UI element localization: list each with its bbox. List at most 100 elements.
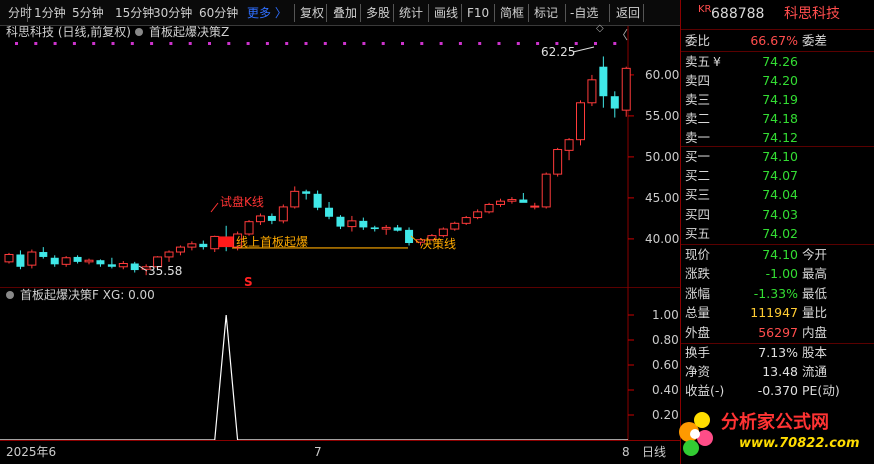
sell-label: 卖三	[685, 92, 711, 107]
toolbar-item-14[interactable]: 标记	[534, 0, 558, 26]
fund-row-1: 净资 13.48 流通	[681, 362, 874, 382]
stock-name: 科思科技	[784, 6, 840, 22]
guide-dot	[613, 42, 617, 45]
sell-level-1: 卖一 74.12	[681, 128, 874, 148]
candle-body	[461, 217, 471, 224]
candle-body	[553, 149, 563, 175]
guide-dot	[169, 42, 173, 45]
guide-dot	[265, 42, 269, 45]
sell-price: 74.19	[762, 92, 798, 107]
fund-label: 换手	[685, 345, 711, 360]
buy-price: 74.10	[762, 149, 798, 164]
toolbar-item-16[interactable]: 返回	[616, 0, 640, 26]
toolbar-item-7[interactable]: 复权	[300, 0, 324, 26]
candle-body	[84, 259, 94, 263]
candle-body	[73, 256, 82, 262]
candle-body	[325, 207, 334, 217]
fund-value: 7.13%	[758, 345, 798, 360]
candle-body	[473, 211, 483, 219]
main-chart[interactable]: 60.00 55.00 50.00 45.00 40.00 科思科技 (日线,前复权) 首板…	[0, 26, 680, 288]
date-label: 8	[622, 445, 630, 459]
guide-dot	[246, 42, 250, 45]
guide-dot	[92, 42, 96, 45]
guide-dot	[72, 42, 76, 45]
guide-dot	[362, 42, 366, 45]
candle-body	[450, 222, 460, 230]
toolbar-item-8[interactable]: 叠加	[333, 0, 357, 26]
candle-body	[199, 243, 208, 248]
candle-body	[210, 235, 220, 250]
buy-label: 买四	[685, 206, 711, 222]
fund-label2: 股本	[802, 345, 828, 360]
high-arrow	[572, 46, 595, 53]
stat-label2: 内盘	[802, 324, 828, 340]
sub-tick-label: 0.60	[652, 358, 679, 372]
sub-chart[interactable]: 1.00 0.80 0.60 0.40 0.20 首板起爆决策F XG: 0.00	[0, 288, 680, 440]
toolbar: 分时 1分钟 5分钟 15分钟 30分钟 60分钟 更多 〉复权 叠加 多股 统计 画线 F10 简框标…	[0, 0, 680, 26]
candle-body	[244, 221, 254, 235]
candle-body	[187, 243, 197, 248]
candle-body	[438, 228, 448, 237]
toolbar-item-9[interactable]: 多股	[366, 0, 390, 26]
collapse-arrow-icon[interactable]: 〈	[616, 28, 628, 42]
toolbar-item-0[interactable]: 分时	[8, 0, 32, 26]
toolbar-item-12[interactable]: F10	[467, 0, 489, 26]
date-axis-svg: 2025年6 7 8 日线	[6, 445, 666, 459]
candle-body	[130, 263, 139, 271]
y-tick-label: 50.00	[645, 150, 679, 164]
candle-body	[118, 263, 128, 268]
stat-value: -1.33%	[753, 285, 798, 301]
yen-icon: ¥	[713, 54, 721, 69]
buy-level-5: 买五 74.02	[681, 224, 874, 244]
candle-body	[61, 257, 71, 265]
sell-label: 卖二	[685, 111, 711, 126]
stock-title: 科思科技 (日线,前复权)	[6, 26, 131, 39]
buy-price: 74.07	[762, 168, 798, 184]
fund-label2: 流通	[802, 364, 828, 380]
candle-body	[290, 190, 300, 208]
buy-label: 买三	[685, 187, 711, 203]
candle-body	[507, 199, 517, 202]
candle-body	[175, 246, 185, 253]
toolbar-item-2[interactable]: 5分钟	[72, 0, 104, 26]
date-axis: 2025年6 7 8 日线	[0, 440, 680, 464]
stat-label2: 最高	[802, 266, 828, 282]
toolbar-item-1[interactable]: 1分钟	[34, 0, 66, 26]
sub-tick-label: 0.40	[652, 383, 679, 397]
candle-body	[519, 199, 528, 203]
stat-value: -1.00	[765, 266, 798, 282]
candle-body	[50, 257, 59, 265]
sell-label: 卖四	[685, 73, 711, 88]
stat-value: 111947	[750, 305, 798, 321]
stat-label2: 量比	[802, 305, 828, 321]
toolbar-item-5[interactable]: 60分钟	[199, 0, 238, 26]
high-label: 62.25	[541, 45, 575, 59]
fund-label: 净资	[685, 364, 711, 380]
guide-dot	[304, 42, 308, 45]
toolbar-item-11[interactable]: 画线	[434, 0, 458, 26]
toolbar-item-13[interactable]: 简框	[500, 0, 524, 26]
date-label: 7	[314, 445, 322, 459]
guide-dot	[130, 42, 134, 45]
diamond-icon[interactable]: ◇	[596, 22, 604, 36]
toolbar-item-15[interactable]: -自选	[570, 0, 598, 26]
board-annotation: 线上首板起爆	[236, 235, 308, 249]
watermark-logo: 分析家公式网 www.70822.com	[669, 402, 874, 464]
candle-body	[16, 254, 25, 267]
candle-body	[302, 191, 311, 194]
candle-body	[621, 67, 631, 111]
candle-body	[393, 227, 402, 231]
candle-body	[4, 253, 14, 263]
y-tick-label: 45.00	[645, 191, 679, 205]
toolbar-item-3[interactable]: 15分钟	[115, 0, 154, 26]
candle-body	[255, 215, 265, 223]
toolbar-item-4[interactable]: 30分钟	[153, 0, 192, 26]
buy-price: 74.03	[762, 206, 798, 222]
guide-dot	[420, 42, 424, 45]
stat-value: 56297	[758, 324, 798, 340]
stat-label: 现价	[685, 247, 711, 262]
toolbar-item-10[interactable]: 统计	[399, 0, 423, 26]
toolbar-item-6[interactable]: 更多 〉	[247, 0, 287, 26]
guide-dot	[227, 42, 231, 45]
candle-body	[381, 226, 391, 230]
